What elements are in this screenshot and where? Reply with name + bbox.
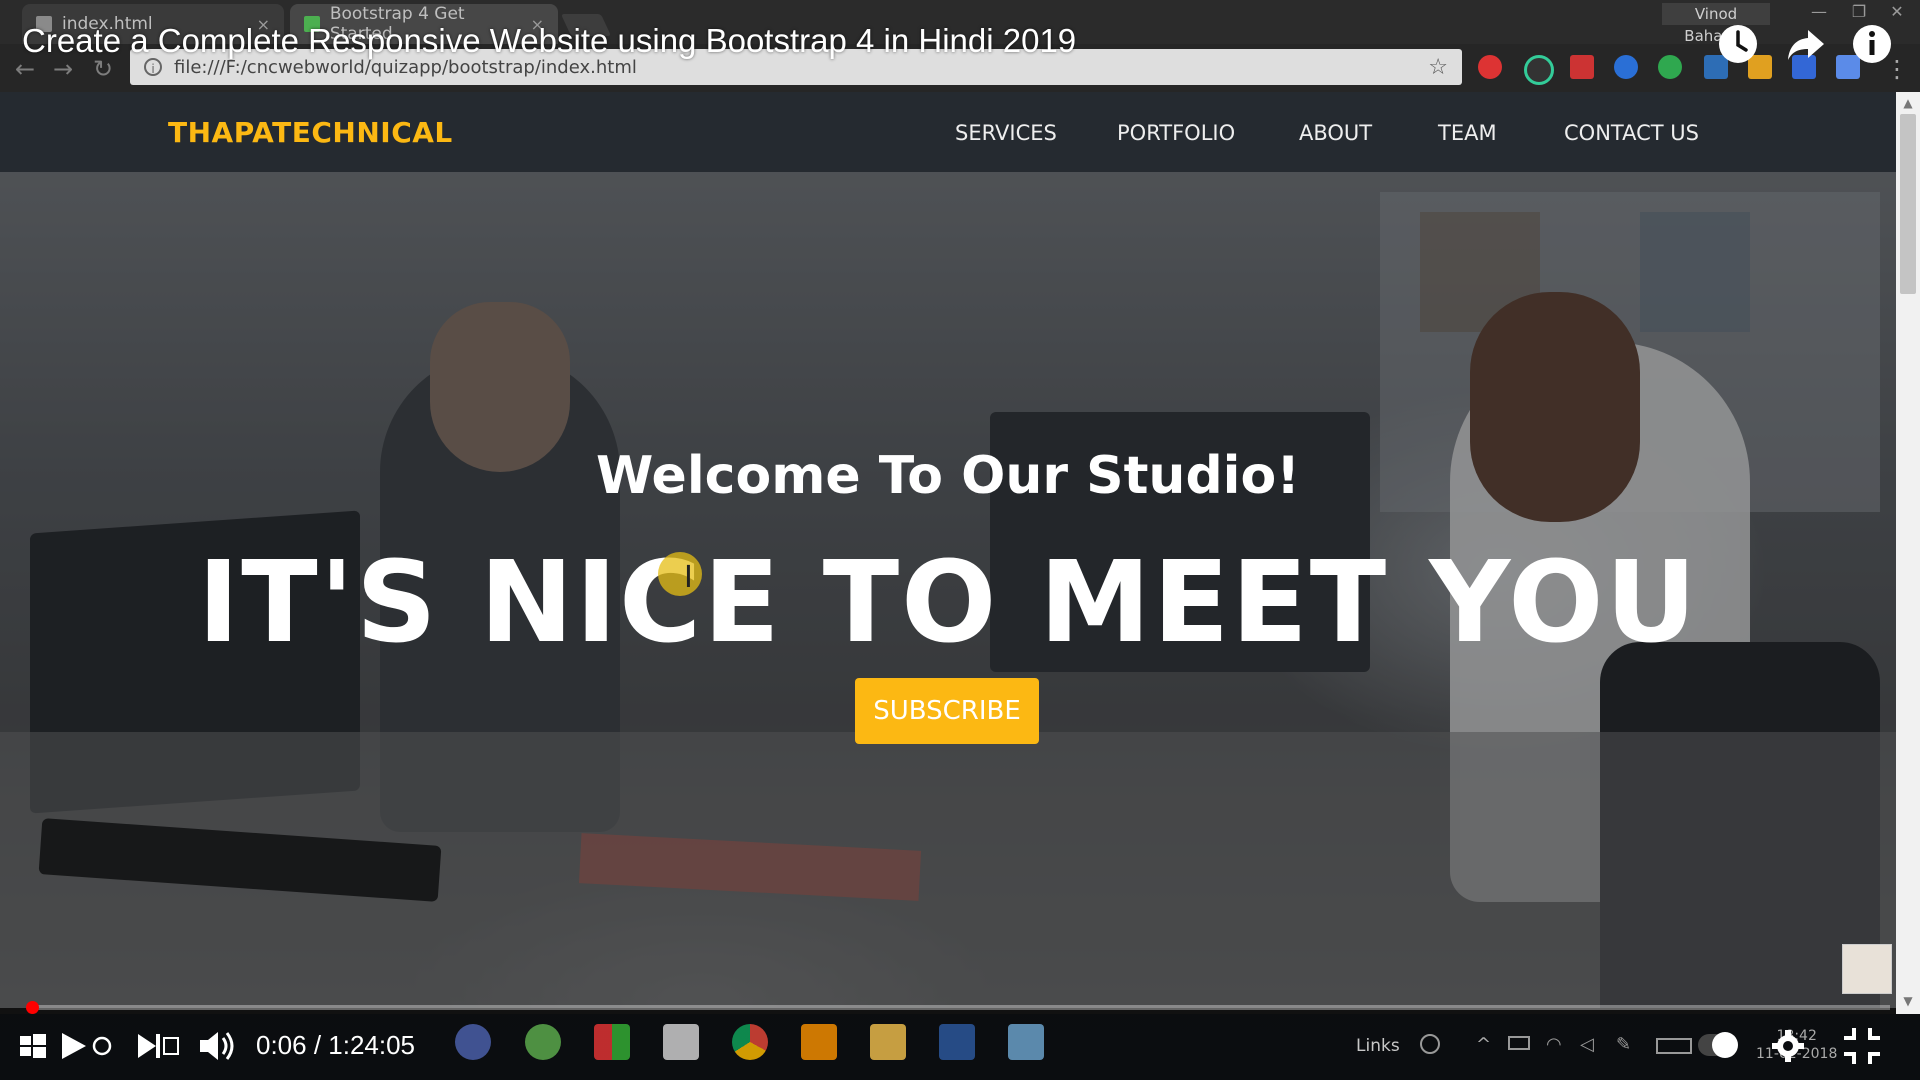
people-icon[interactable] xyxy=(1420,1034,1440,1054)
volume-icon[interactable] xyxy=(196,1024,236,1068)
nav-link-team[interactable]: TEAM xyxy=(1438,121,1497,145)
extension-icon[interactable] xyxy=(1478,55,1502,79)
hero-headline: IT'S NICE TO MEET YOU xyxy=(197,538,1699,668)
scroll-up-arrow-icon[interactable]: ▲ xyxy=(1900,96,1916,112)
chrome-icon[interactable] xyxy=(732,1024,768,1060)
nav-link-about[interactable]: ABOUT xyxy=(1299,121,1372,145)
video-progress-track[interactable] xyxy=(30,1005,1890,1010)
file-explorer-icon[interactable] xyxy=(870,1024,906,1060)
extension-icon[interactable] xyxy=(1658,55,1682,79)
video-time-display: 0:06 / 1:24:05 xyxy=(256,1030,416,1060)
tray-volume-icon[interactable]: ◁ xyxy=(1580,1034,1594,1055)
sublime-text-icon[interactable] xyxy=(801,1024,837,1060)
word-icon[interactable] xyxy=(939,1024,975,1060)
eclipse-icon[interactable] xyxy=(455,1024,491,1060)
bookmark-star-icon[interactable]: ☆ xyxy=(1428,55,1448,80)
settings-gear-icon[interactable] xyxy=(1770,1024,1806,1068)
nav-link-services[interactable]: SERVICES xyxy=(955,121,1057,145)
video-scrubber[interactable] xyxy=(26,1001,39,1014)
pen-icon[interactable]: ✎ xyxy=(1616,1034,1631,1055)
keyboard-icon[interactable] xyxy=(1656,1038,1692,1054)
video-title[interactable]: Create a Complete Responsive Website usi… xyxy=(22,22,1076,60)
hero-welcome-text: Welcome To Our Studio! xyxy=(596,446,1300,506)
scrollbar-thumb[interactable] xyxy=(1900,114,1916,294)
nav-link-contact-us[interactable]: CONTACT US xyxy=(1564,121,1699,145)
mail-icon[interactable] xyxy=(663,1024,699,1060)
tray-chevron-up-icon[interactable]: ^ xyxy=(1476,1034,1491,1055)
autoplay-toggle[interactable] xyxy=(1698,1032,1738,1058)
cortana-circle-icon[interactable] xyxy=(90,1024,114,1068)
extension-icon[interactable] xyxy=(1570,55,1594,79)
site-info-icon[interactable]: i xyxy=(144,58,162,76)
taskbar-links-label[interactable]: Links xyxy=(1356,1036,1400,1056)
cursor-highlight xyxy=(658,552,702,596)
scroll-down-arrow-icon[interactable]: ▼ xyxy=(1900,994,1916,1010)
clock-icon[interactable] xyxy=(1716,22,1760,66)
channel-watermark-logo[interactable] xyxy=(1842,944,1892,994)
nav-link-portfolio[interactable]: PORTFOLIO xyxy=(1117,121,1235,145)
site-brand[interactable]: THAPATECHNICAL xyxy=(168,116,453,149)
wifi-icon[interactable]: ◠ xyxy=(1546,1034,1562,1055)
info-icon[interactable] xyxy=(1850,22,1894,66)
text-cursor-icon: I xyxy=(684,560,693,595)
app-icon[interactable] xyxy=(1008,1024,1044,1060)
app-icon[interactable] xyxy=(525,1024,561,1060)
next-video-icon[interactable] xyxy=(134,1024,182,1068)
battery-icon xyxy=(1508,1036,1530,1050)
windows-start-icon[interactable] xyxy=(18,1024,48,1068)
extension-icon[interactable] xyxy=(1524,55,1554,85)
office-icon[interactable] xyxy=(594,1024,630,1060)
play-icon[interactable] xyxy=(56,1024,90,1068)
exit-fullscreen-icon[interactable] xyxy=(1840,1024,1884,1068)
share-icon[interactable] xyxy=(1784,22,1828,66)
extension-icon[interactable] xyxy=(1614,55,1638,79)
subscribe-button[interactable]: SUBSCRIBE xyxy=(855,678,1039,744)
